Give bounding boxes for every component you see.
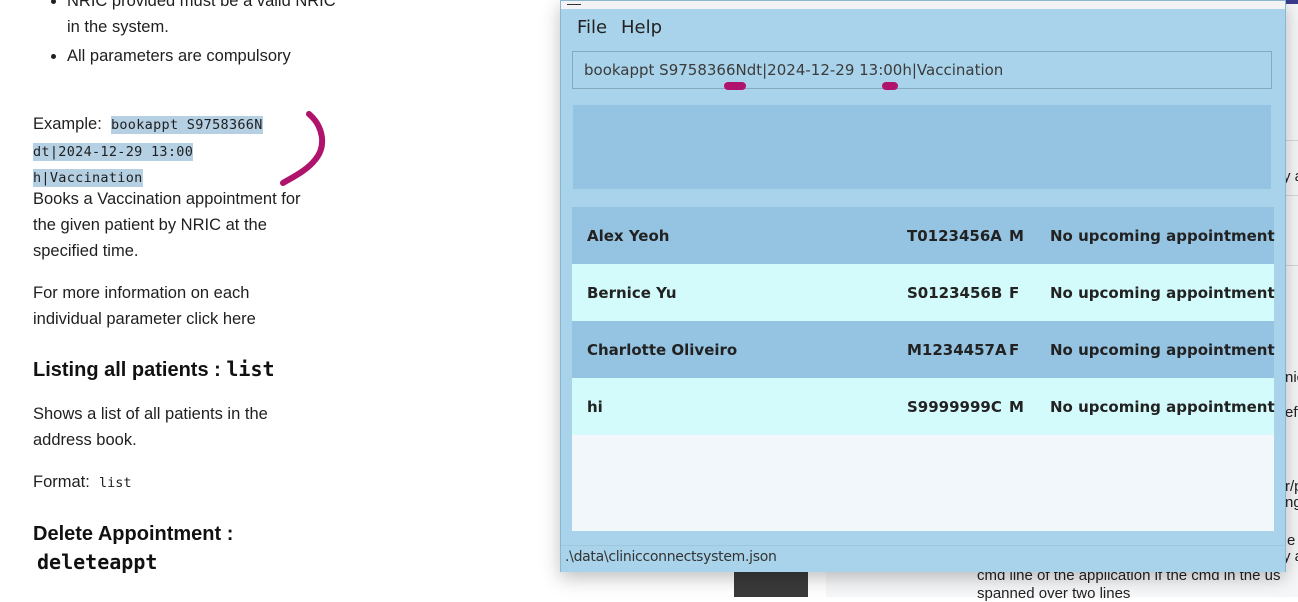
background-text: ng	[1285, 494, 1298, 511]
delete-heading: Delete Appointment : deleteappt	[33, 520, 293, 576]
background-text: e	[1287, 532, 1296, 549]
patient-appointment: No upcoming appointment	[1050, 398, 1275, 416]
user-guide-document: NRIC provided must be a valid NRIC in th…	[0, 0, 336, 597]
patient-sex: F	[1009, 341, 1020, 359]
patient-nric: S9999999C	[907, 398, 1002, 416]
patient-nric: M1234457A	[907, 341, 1007, 359]
patient-card[interactable]: Charlotte Oliveiro M1234457A F No upcomi…	[572, 321, 1275, 378]
patient-sex: M	[1009, 227, 1024, 245]
background-text: eft	[1285, 404, 1298, 421]
menu-help[interactable]: Help	[621, 17, 662, 38]
patient-name: Bernice Yu	[587, 284, 677, 302]
more-info-link[interactable]: For more information on each individual …	[33, 280, 303, 332]
example-description: Books a Vaccination appointment for the …	[33, 190, 301, 260]
pen-annotation-bracket	[280, 111, 326, 186]
list-heading-code: list	[226, 357, 275, 381]
format-label: Format:	[33, 473, 90, 491]
command-box[interactable]	[572, 51, 1272, 89]
patient-appointment: No upcoming appointment	[1050, 227, 1275, 245]
title-bar[interactable]	[561, 1, 1285, 9]
format-code: list	[99, 475, 132, 491]
delete-heading-code: deleteappt	[37, 550, 158, 574]
pen-mark	[724, 82, 746, 90]
patient-appointment: No upcoming appointment	[1050, 341, 1275, 359]
menu-bar: File Help	[561, 10, 1285, 44]
patient-nric: S0123456B	[907, 284, 1003, 302]
constraints-list: NRIC provided must be a valid NRIC in th…	[33, 0, 347, 72]
patient-nric: T0123456A	[907, 227, 1002, 245]
pen-mark	[882, 82, 898, 90]
delete-heading-text: Delete Appointment :	[33, 523, 234, 545]
list-description: Shows a list of all patients in the addr…	[33, 405, 268, 449]
format-line: Format: list	[33, 469, 132, 496]
constraint-item: All parameters are compulsory	[67, 43, 347, 69]
example-code-line: dt|2024-12-29 13:00	[33, 142, 194, 161]
menu-file[interactable]: File	[577, 17, 607, 38]
patient-name: Charlotte Oliveiro	[587, 341, 738, 359]
list-heading: Listing all patients : list	[33, 356, 275, 383]
result-display	[573, 105, 1271, 189]
status-bar: .\data\clinicconnectsystem.json	[561, 545, 1285, 572]
command-input[interactable]	[573, 52, 1271, 88]
patient-sex: M	[1009, 398, 1024, 416]
patient-name: Alex Yeoh	[587, 227, 670, 245]
list-heading-text: Listing all patients :	[33, 359, 221, 381]
minimize-icon[interactable]	[567, 1, 581, 5]
example-code-line: bookappt S9758366N	[110, 116, 263, 134]
example-label: Example:	[33, 115, 102, 133]
patient-name: hi	[587, 398, 603, 416]
clinic-connect-window: File Help Alex Yeoh T0123456A M No upcom…	[560, 0, 1286, 572]
patient-card[interactable]: Bernice Yu S0123456B F No upcoming appoi…	[572, 264, 1275, 321]
patient-appointment: No upcoming appointment	[1050, 284, 1275, 302]
background-text: spanned over two lines	[977, 585, 1131, 602]
background-tab-strip	[1284, 0, 1298, 4]
constraint-item: NRIC provided must be a valid NRIC in th…	[67, 0, 347, 40]
data-file-path: .\data\clinicconnectsystem.json	[565, 549, 777, 565]
patient-sex: F	[1009, 284, 1020, 302]
patient-card[interactable]: Alex Yeoh T0123456A M No upcoming appoin…	[572, 207, 1275, 264]
background-text: r/p	[1285, 478, 1298, 495]
example-code-line: h|Vaccination	[33, 169, 143, 187]
background-text: nic	[1285, 369, 1298, 386]
patient-list[interactable]: Alex Yeoh T0123456A M No upcoming appoin…	[572, 207, 1275, 531]
patient-card[interactable]: hi S9999999C M No upcoming appointment	[572, 378, 1275, 435]
